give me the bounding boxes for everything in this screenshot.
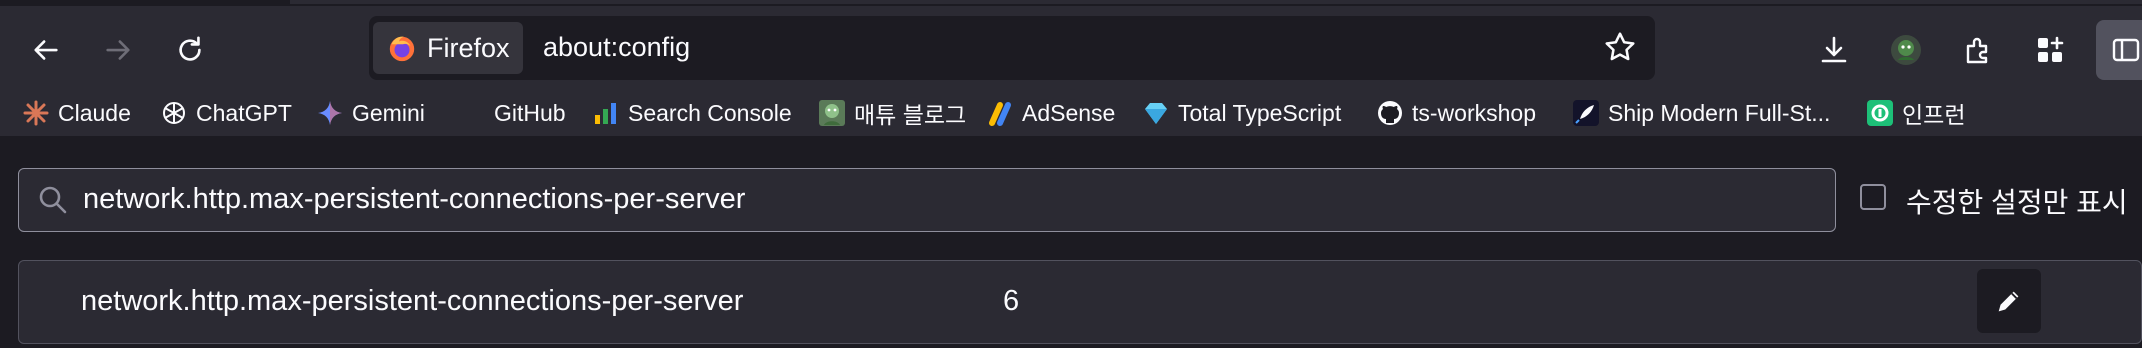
bookmark-label: GitHub — [494, 99, 566, 126]
forward-icon — [106, 40, 130, 60]
bookmark-label: ChatGPT — [196, 99, 292, 126]
edit-preference-button[interactable] — [1977, 269, 2041, 333]
bookmark-ship-modern[interactable]: Ship Modern Full-St... — [1572, 96, 1830, 130]
downloads-icon — [1821, 36, 1847, 63]
pencil-icon — [1998, 291, 2019, 312]
show-modified-only-label[interactable]: 수정한 설정만 표시 — [1906, 181, 2128, 221]
bookmark-label: AdSense — [1022, 99, 1116, 126]
bookmarks-toolbar: Claude ChatGPT Gemini GitHub Search Cons… — [0, 90, 2142, 136]
chatgpt-icon — [160, 99, 188, 127]
search-icon — [39, 186, 67, 214]
bookmark-inflearn[interactable]: 인프런 — [1866, 96, 1965, 130]
bookmark-ts-workshop[interactable]: ts-workshop — [1376, 96, 1536, 130]
bookmark-label: Gemini — [352, 99, 425, 126]
bookmark-github[interactable]: GitHub — [458, 96, 566, 130]
bookmark-label: Total TypeScript — [1178, 99, 1342, 126]
inflearn-icon — [1866, 99, 1894, 127]
identity-label: Firefox — [427, 32, 510, 63]
claude-icon — [22, 99, 50, 127]
preference-row[interactable]: network.http.max-persistent-connections-… — [18, 260, 2142, 344]
downloads-button[interactable] — [1814, 30, 1854, 70]
profile-avatar-icon — [1891, 35, 1921, 65]
bookmark-label: 매튜 블로그 — [854, 102, 967, 128]
search-value: network.http.max-persistent-connections-… — [83, 183, 746, 215]
sidebar-icon — [2112, 38, 2140, 62]
rocket-icon — [1572, 99, 1600, 127]
bookmark-star-icon[interactable] — [1603, 30, 1637, 64]
reload-button[interactable] — [164, 24, 216, 76]
tab-strip-edge — [290, 0, 2142, 4]
bookmark-label: 인프런 — [1902, 102, 1966, 128]
bookmark-label: Ship Modern Full-St... — [1608, 99, 1831, 126]
profile-button[interactable] — [1886, 30, 1926, 70]
bookmark-chatgpt[interactable]: ChatGPT — [160, 96, 292, 130]
about-config-page: network.http.max-persistent-connections-… — [0, 136, 2142, 348]
bookmark-adsense[interactable]: AdSense — [986, 96, 1115, 130]
github-icon — [1376, 99, 1404, 127]
show-modified-only-checkbox[interactable] — [1860, 184, 1886, 210]
blog-avatar-icon — [818, 99, 846, 127]
back-icon — [34, 40, 58, 60]
nav-toolbar: Firefox about:config — [0, 6, 2142, 90]
preference-value: 6 — [1003, 285, 1020, 317]
gemini-icon — [316, 99, 344, 127]
url-bar[interactable]: Firefox about:config — [369, 16, 1655, 80]
bookmark-gemini[interactable]: Gemini — [316, 96, 425, 130]
extensions-icon — [1966, 37, 1988, 64]
bookmark-label: Claude — [58, 99, 131, 126]
firefox-logo-icon — [389, 36, 415, 62]
bookmark-matthew-blog[interactable]: 매튜 블로그 — [818, 96, 966, 130]
extensions-button[interactable] — [1958, 30, 1998, 70]
back-button[interactable] — [20, 24, 72, 76]
adsense-icon — [986, 99, 1014, 127]
preference-name: network.http.max-persistent-connections-… — [81, 285, 744, 317]
bookmark-total-typescript[interactable]: Total TypeScript — [1142, 96, 1341, 130]
bookmark-claude[interactable]: Claude — [22, 96, 131, 130]
apps-button[interactable] — [2030, 30, 2070, 70]
diamond-icon — [1142, 99, 1170, 127]
bookmark-label: ts-workshop — [1412, 99, 1536, 126]
preference-search-input[interactable]: network.http.max-persistent-connections-… — [18, 168, 1836, 232]
identity-box[interactable]: Firefox — [373, 22, 523, 74]
sidebar-button[interactable] — [2096, 20, 2142, 80]
bookmark-label: Search Console — [628, 99, 792, 126]
reload-icon — [179, 36, 201, 61]
bookmark-search-console[interactable]: Search Console — [592, 96, 792, 130]
github-blank-icon — [458, 99, 486, 127]
search-console-icon — [592, 99, 620, 127]
url-text[interactable]: about:config — [543, 32, 690, 63]
forward-button[interactable] — [92, 24, 144, 76]
apps-icon — [2038, 36, 2064, 62]
